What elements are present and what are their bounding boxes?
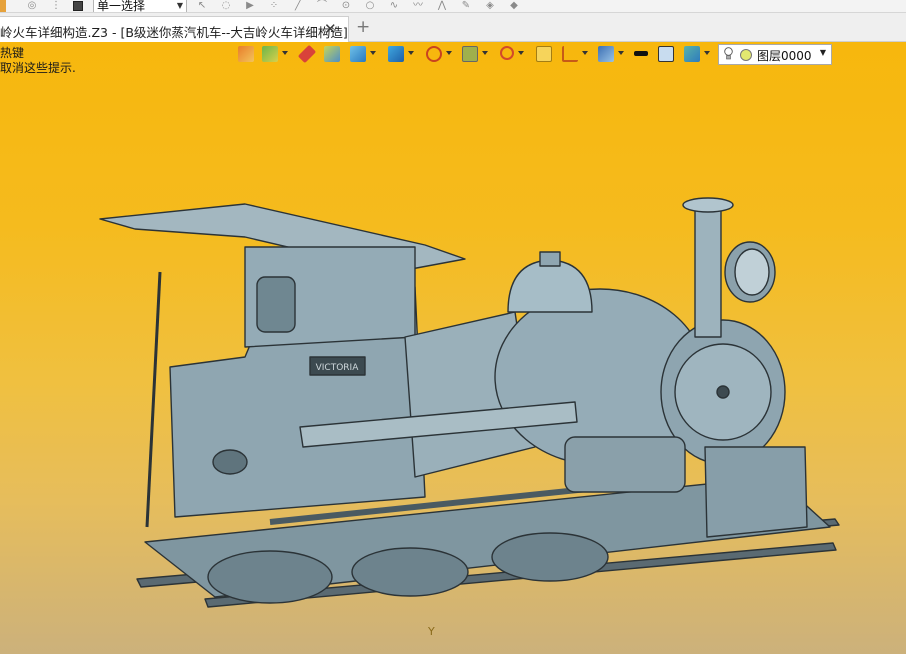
chevron-down-icon: ▼ bbox=[176, 1, 183, 10]
view-toolbar: 图层0000 ▼ bbox=[238, 43, 838, 65]
document-tab-title: 岭火车详细构造.Z3 - [B级迷你蒸汽机车--大吉岭火车详细构造] bbox=[0, 25, 348, 40]
cab-window bbox=[256, 276, 296, 333]
wheel-middle bbox=[351, 547, 469, 597]
display-icon[interactable] bbox=[462, 46, 478, 62]
snap-icon[interactable]: ⋮ bbox=[50, 0, 62, 12]
eraser-icon[interactable]: ◆ bbox=[508, 0, 520, 12]
layer-name: 图层0000 bbox=[757, 49, 812, 63]
y-axis-label: Y bbox=[428, 625, 435, 638]
dimension-icon[interactable] bbox=[562, 46, 578, 62]
snap-target-icon[interactable] bbox=[500, 46, 514, 60]
door-handle bbox=[716, 385, 730, 399]
cursor-icon[interactable]: ↖ bbox=[196, 0, 208, 12]
top-toolbar: ◎ ⋮ 单一选择 ▼ ↖ ◌ ▶ ⁘ ╱ ⌒ ⊙ ○ ∿ 〰 ⋀ ✎ ◈ ◆ bbox=[0, 0, 906, 13]
screen-icon[interactable] bbox=[598, 46, 614, 62]
document-tab[interactable]: 岭火车详细构造.Z3 - [B级迷你蒸汽机车--大吉岭火车详细构造] ✕ bbox=[0, 16, 349, 42]
points-icon[interactable]: ⁘ bbox=[268, 0, 280, 12]
curve-icon[interactable]: ∿ bbox=[388, 0, 400, 12]
chevron-down-icon[interactable] bbox=[482, 51, 488, 55]
spline-icon[interactable]: ○ bbox=[364, 0, 376, 12]
layer-dropdown[interactable]: 图层0000 ▼ bbox=[718, 44, 832, 65]
cube-icon[interactable] bbox=[350, 46, 366, 62]
headlight-lens bbox=[734, 248, 770, 296]
lasso-icon[interactable]: ◌ bbox=[220, 0, 232, 12]
chevron-down-icon: ▼ bbox=[819, 48, 826, 57]
chevron-down-icon[interactable] bbox=[582, 51, 588, 55]
trim-icon[interactable]: ⋀ bbox=[436, 0, 448, 12]
wheel-front bbox=[491, 532, 609, 582]
buffer-beam bbox=[704, 446, 808, 538]
chevron-down-icon[interactable] bbox=[518, 51, 524, 55]
whistle bbox=[539, 251, 561, 267]
material-icon[interactable] bbox=[684, 46, 700, 62]
eye-icon[interactable]: ◈ bbox=[484, 0, 496, 12]
cylinder bbox=[564, 436, 686, 493]
circle-icon[interactable]: ⊙ bbox=[340, 0, 352, 12]
chevron-down-icon[interactable] bbox=[408, 51, 414, 55]
locomotive-model[interactable]: VICTORIA bbox=[95, 147, 840, 617]
wheel-rear bbox=[207, 550, 333, 604]
view-cube-icon[interactable] bbox=[388, 46, 404, 62]
chevron-down-icon[interactable] bbox=[704, 51, 710, 55]
close-icon[interactable]: ✕ bbox=[324, 20, 337, 38]
filter-select-icon[interactable] bbox=[262, 46, 278, 62]
chimney-cap bbox=[682, 197, 734, 213]
hint-line-1: 热键 bbox=[0, 46, 25, 60]
steam-dome bbox=[507, 259, 593, 313]
document-tab-bar: 岭火车详细构造.Z3 - [B级迷你蒸汽机车--大吉岭火车详细构造] ✕ + bbox=[0, 13, 906, 42]
app-icon[interactable] bbox=[0, 0, 6, 12]
hint-line-2: 取消这些提示. bbox=[0, 61, 76, 75]
chevron-down-icon[interactable] bbox=[618, 51, 624, 55]
layer-color-icon bbox=[740, 49, 752, 61]
hotkey-hint: 热键 取消这些提示. bbox=[0, 46, 76, 76]
filter-icon[interactable]: ◎ bbox=[26, 0, 38, 12]
lightbulb-icon bbox=[724, 47, 733, 60]
chevron-down-icon[interactable] bbox=[446, 51, 452, 55]
fill-color-icon[interactable] bbox=[658, 46, 674, 62]
arc-icon[interactable]: ⌒ bbox=[316, 0, 328, 12]
chevron-down-icon[interactable] bbox=[370, 51, 376, 55]
line-color-icon[interactable] bbox=[634, 51, 648, 56]
pick-filter-icon[interactable] bbox=[297, 44, 317, 64]
stop-icon[interactable] bbox=[73, 1, 83, 11]
wave-icon[interactable]: 〰 bbox=[412, 0, 424, 12]
solid-icon[interactable] bbox=[324, 46, 340, 62]
select-mode-dropdown[interactable]: 单一选择 ▼ bbox=[93, 0, 187, 13]
render-mode-icon[interactable] bbox=[426, 46, 442, 62]
chevron-down-icon[interactable] bbox=[282, 51, 288, 55]
exit-icon[interactable] bbox=[238, 46, 254, 62]
builder-plate bbox=[212, 449, 248, 475]
chimney bbox=[694, 206, 722, 338]
new-tab-button[interactable]: + bbox=[356, 19, 370, 36]
handrail bbox=[145, 271, 162, 528]
pen-icon[interactable]: ✎ bbox=[460, 0, 472, 12]
layer-box-icon[interactable] bbox=[536, 46, 552, 62]
nameplate-text: VICTORIA bbox=[316, 363, 360, 373]
pick-icon[interactable]: ▶ bbox=[244, 0, 256, 12]
3d-viewport[interactable]: 热键 取消这些提示. 图层0000 ▼ VICTORIA Y bbox=[0, 42, 906, 654]
select-mode-label: 单一选择 bbox=[97, 0, 146, 13]
line-icon[interactable]: ╱ bbox=[292, 0, 304, 12]
